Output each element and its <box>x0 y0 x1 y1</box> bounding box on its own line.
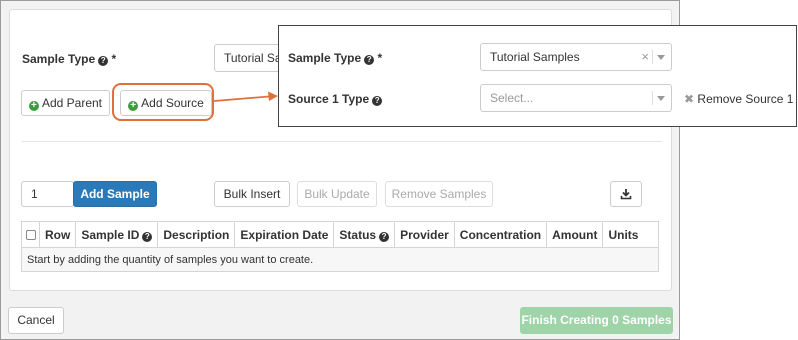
download-button[interactable] <box>610 181 642 207</box>
remove-samples-button[interactable]: Remove Samples <box>385 181 493 207</box>
col-status[interactable]: Status? <box>333 221 396 248</box>
plus-circle-icon: + <box>28 101 39 111</box>
col-concentration[interactable]: Concentration <box>453 221 548 248</box>
popout-sample-type-label: Sample Type? * <box>288 51 383 65</box>
zoomed-callout-panel: Sample Type? * Tutorial Samples × Source… <box>278 25 797 127</box>
add-sample-button[interactable]: Add Sample <box>73 181 157 207</box>
help-icon[interactable]: ? <box>372 96 383 106</box>
add-source-highlight <box>112 83 214 121</box>
source-type-select[interactable]: Select... <box>480 84 672 112</box>
clear-icon[interactable]: × <box>641 44 649 70</box>
help-icon[interactable]: ? <box>364 55 375 65</box>
popout-sample-type-select[interactable]: Tutorial Samples × <box>480 43 672 71</box>
grid-empty-message: Start by adding the quantity of samples … <box>20 247 660 272</box>
download-icon <box>620 189 632 200</box>
samples-grid: Row Sample ID? Description Expiration Da… <box>20 221 660 272</box>
popout-source-type-label: Source 1 Type? <box>288 92 383 106</box>
bulk-update-button[interactable]: Bulk Update <box>297 181 377 207</box>
bulk-insert-button[interactable]: Bulk Insert <box>214 181 290 207</box>
remove-icon: ✖ <box>684 92 695 106</box>
grid-header-row: Row Sample ID? Description Expiration Da… <box>21 221 660 248</box>
col-provider[interactable]: Provider <box>394 221 455 248</box>
col-sample-id[interactable]: Sample ID? <box>75 221 159 248</box>
quantity-input[interactable]: 1 <box>21 181 74 207</box>
divider <box>22 141 662 142</box>
add-parent-button[interactable]: + Add Parent <box>21 90 110 116</box>
help-icon[interactable]: ? <box>98 56 109 66</box>
remove-source-link[interactable]: ✖ Remove Source 1 <box>684 92 793 106</box>
select-all-checkbox[interactable] <box>25 229 36 240</box>
col-expiration-date[interactable]: Expiration Date <box>234 221 335 248</box>
select-separator <box>652 91 653 105</box>
sample-type-label: Sample Type? * <box>22 52 117 66</box>
grid-empty-row: Start by adding the quantity of samples … <box>20 247 660 272</box>
chevron-down-icon[interactable] <box>657 55 665 60</box>
help-icon[interactable]: ? <box>379 231 390 242</box>
select-all-header <box>21 221 40 248</box>
select-separator <box>652 50 653 64</box>
col-row[interactable]: Row <box>38 221 77 248</box>
help-icon[interactable]: ? <box>142 231 153 242</box>
cancel-button[interactable]: Cancel <box>8 307 64 334</box>
finish-creating-button[interactable]: Finish Creating 0 Samples <box>520 307 673 334</box>
chevron-down-icon[interactable] <box>657 96 665 101</box>
col-description[interactable]: Description <box>157 221 236 248</box>
col-amount[interactable]: Amount <box>546 221 604 248</box>
callout-arrow <box>214 91 278 102</box>
col-units[interactable]: Units <box>602 221 660 248</box>
